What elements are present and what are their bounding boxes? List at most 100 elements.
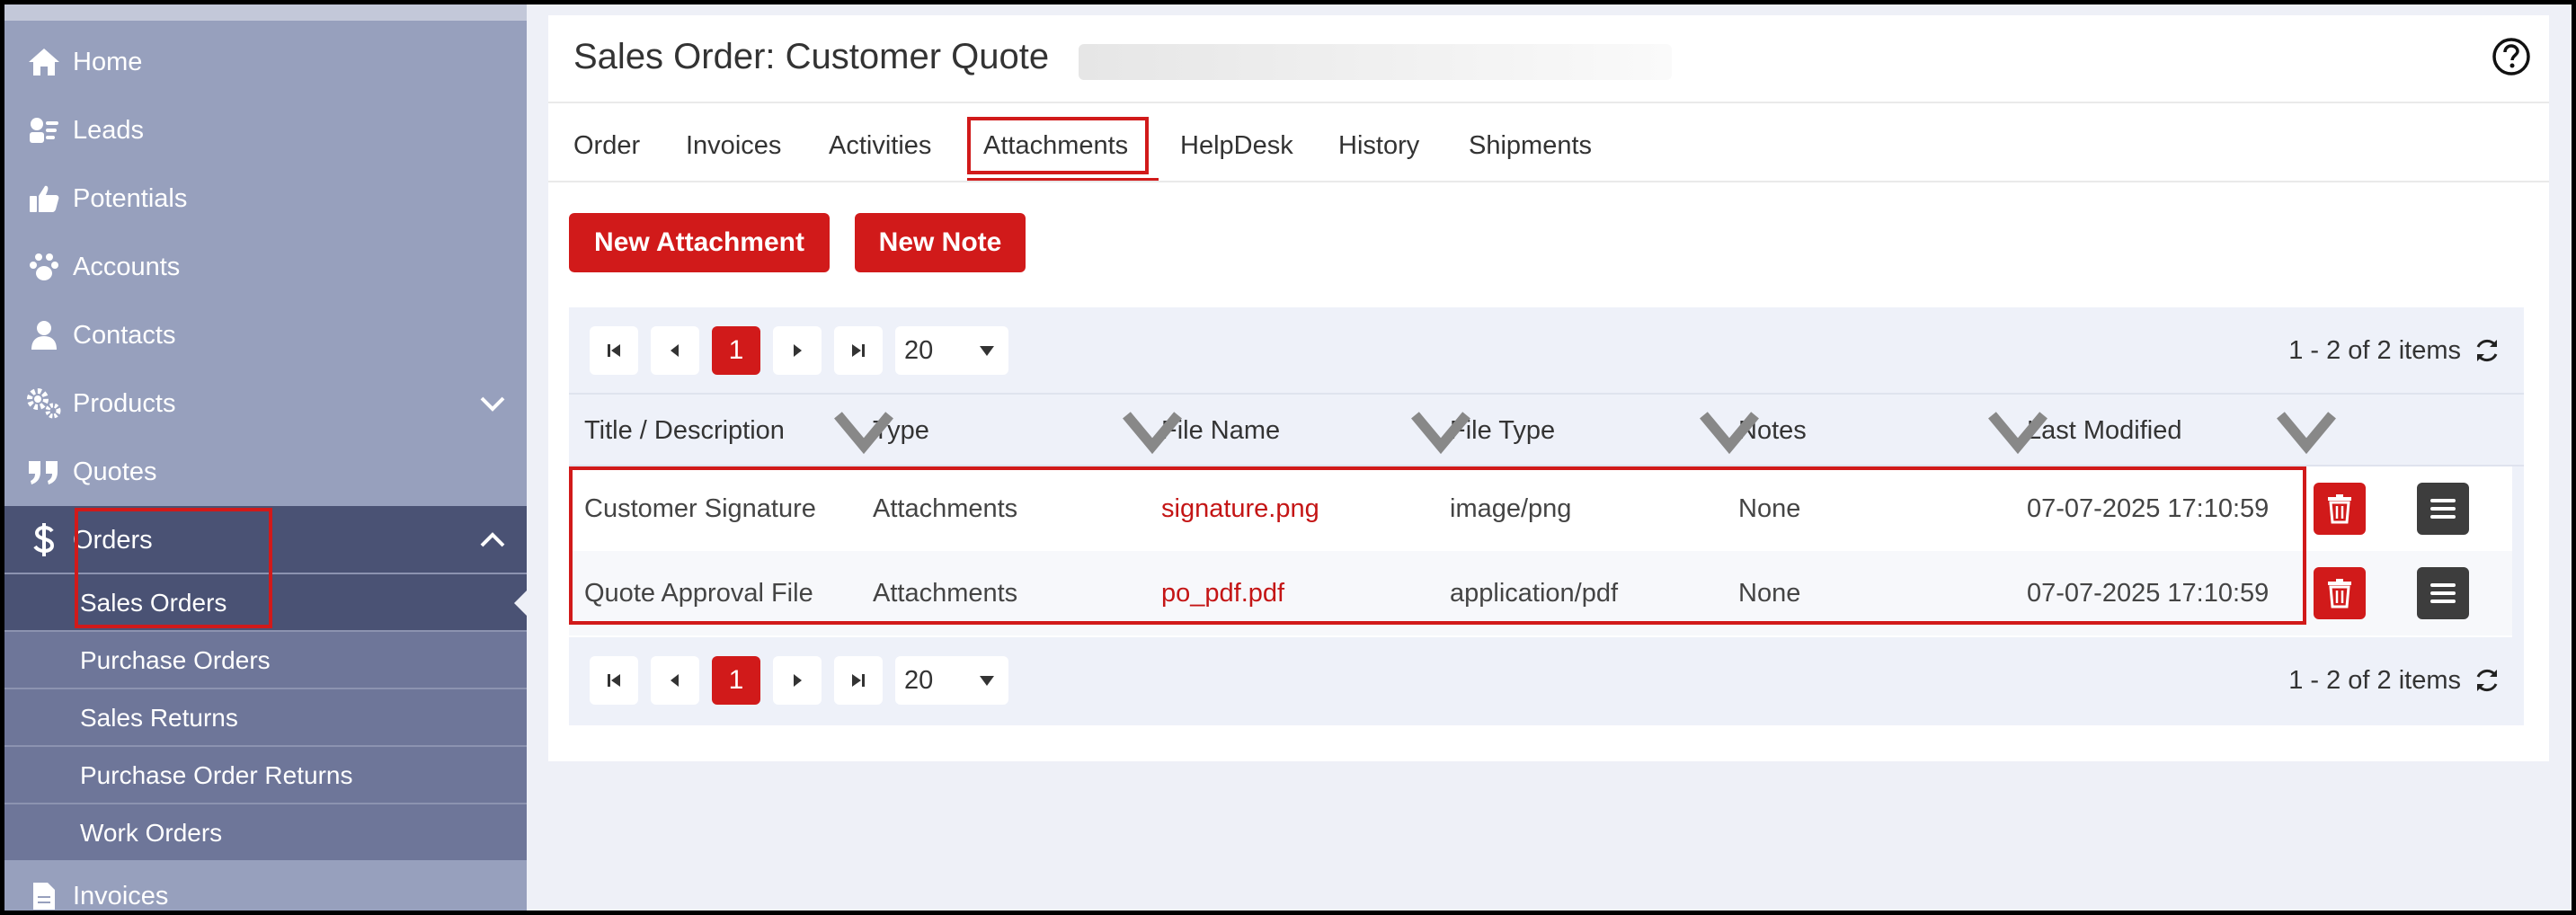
sidebar-item-leads[interactable]: Leads: [4, 96, 527, 164]
sort-chevron-icon[interactable]: [1693, 395, 1765, 466]
tab-order[interactable]: Order: [573, 110, 640, 182]
cell-title: Quote Approval File: [584, 579, 813, 608]
sidebar-item-home[interactable]: Home: [4, 28, 527, 96]
column-header-title[interactable]: Title / Description: [584, 395, 785, 466]
cell-file-type: image/png: [1450, 494, 1572, 523]
dropdown-arrow-icon: [980, 346, 994, 356]
thumbs-up-icon: [26, 182, 62, 215]
tab-bar: Order Invoices Activities Attachments He…: [548, 110, 2549, 182]
sidebar-subitem-work-orders[interactable]: Work Orders: [4, 803, 527, 860]
dropdown-arrow-icon: [980, 676, 994, 686]
prev-page-button[interactable]: [651, 326, 699, 375]
cell-file-name-link[interactable]: po_pdf.pdf: [1161, 551, 1284, 635]
redacted-title-area: [1079, 44, 1672, 80]
current-page-button[interactable]: 1: [712, 656, 760, 705]
tab-history[interactable]: History: [1338, 110, 1419, 182]
sidebar-subitem-label: Work Orders: [80, 819, 223, 847]
delete-button[interactable]: [2314, 567, 2366, 619]
first-page-icon: [608, 344, 620, 357]
tab-activities[interactable]: Activities: [829, 110, 931, 182]
last-page-icon: [852, 674, 865, 687]
main-panel: Sales Order: Customer Quote Order Invoic…: [548, 15, 2549, 761]
next-page-icon: [794, 674, 802, 687]
page-size-value: 20: [904, 666, 934, 695]
sort-chevron-icon[interactable]: [828, 395, 900, 466]
tab-attachments[interactable]: Attachments: [983, 110, 1128, 182]
grid-body: Customer Signature Attachments signature…: [569, 466, 2512, 637]
sidebar-item-label: Contacts: [73, 321, 176, 350]
sidebar-subitem-label: Purchase Order Returns: [80, 761, 353, 789]
next-page-button[interactable]: [773, 656, 822, 705]
next-page-icon: [794, 344, 802, 357]
sidebar-item-quotes[interactable]: Quotes: [4, 438, 527, 506]
tab-helpdesk[interactable]: HelpDesk: [1180, 110, 1293, 182]
sort-chevron-icon[interactable]: [1405, 395, 1477, 466]
cell-type: Attachments: [873, 579, 1018, 608]
help-icon[interactable]: [2492, 37, 2531, 76]
row-menu-button[interactable]: [2417, 483, 2469, 535]
sidebar-subitem-sales-orders[interactable]: Sales Orders: [4, 573, 527, 630]
tabs-divider: [548, 181, 2549, 182]
paw-icon: [26, 251, 62, 283]
cell-type: Attachments: [873, 494, 1018, 523]
home-icon: [26, 46, 62, 78]
first-page-icon: [608, 674, 620, 687]
sidebar-item-products[interactable]: Products: [4, 369, 527, 438]
hamburger-icon: [2430, 583, 2456, 603]
sidebar-item-invoices[interactable]: Invoices: [4, 862, 527, 911]
sort-chevron-icon[interactable]: [1982, 395, 2054, 466]
refresh-icon[interactable]: [2474, 667, 2500, 694]
leads-icon: [26, 114, 62, 147]
cell-last-modified: 07-07-2025 17:10:59: [2027, 494, 2270, 523]
row-menu-button[interactable]: [2417, 567, 2469, 619]
prev-page-icon: [671, 344, 679, 357]
header-divider: [548, 102, 2549, 103]
first-page-button[interactable]: [590, 326, 638, 375]
sidebar-item-contacts[interactable]: Contacts: [4, 301, 527, 369]
new-attachment-button[interactable]: New Attachment: [569, 213, 830, 272]
page-size-select[interactable]: 20: [895, 656, 1008, 705]
page-size-select[interactable]: 20: [895, 326, 1008, 375]
gears-icon: [26, 387, 62, 420]
sidebar-subitem-label: Sales Returns: [80, 704, 238, 732]
new-note-button[interactable]: New Note: [855, 213, 1026, 272]
grid-header: Title / Description Type File Name File …: [569, 393, 2524, 466]
sort-chevron-icon[interactable]: [1116, 395, 1188, 466]
last-page-button[interactable]: [834, 326, 883, 375]
sidebar-top-strip: [4, 4, 527, 21]
sidebar-subitem-sales-returns[interactable]: Sales Returns: [4, 688, 527, 745]
sort-chevron-icon[interactable]: [2270, 395, 2342, 466]
cell-file-name-link[interactable]: signature.png: [1161, 466, 1319, 551]
next-page-button[interactable]: [773, 326, 822, 375]
refresh-icon[interactable]: [2474, 337, 2500, 364]
tab-invoices[interactable]: Invoices: [686, 110, 781, 182]
sidebar-item-accounts[interactable]: Accounts: [4, 233, 527, 301]
sidebar-subitem-purchase-order-returns[interactable]: Purchase Order Returns: [4, 745, 527, 803]
delete-button[interactable]: [2314, 483, 2366, 535]
first-page-button[interactable]: [590, 656, 638, 705]
tab-shipments[interactable]: Shipments: [1469, 110, 1592, 182]
sidebar-item-label: Invoices: [73, 882, 169, 911]
cell-last-modified: 07-07-2025 17:10:59: [2027, 579, 2270, 608]
quote-icon: [26, 456, 62, 488]
cell-file-type: application/pdf: [1450, 579, 1619, 608]
sidebar-item-potentials[interactable]: Potentials: [4, 164, 527, 233]
pager-bottom: 1 20 1 - 2 of 2 items: [569, 637, 2524, 723]
prev-page-button[interactable]: [651, 656, 699, 705]
chevron-up-icon[interactable]: [476, 524, 509, 556]
last-page-button[interactable]: [834, 656, 883, 705]
chevron-down-icon[interactable]: [476, 387, 509, 420]
table-row[interactable]: Customer Signature Attachments signature…: [569, 466, 2512, 551]
sidebar-item-label: Products: [73, 389, 176, 418]
current-page-button[interactable]: 1: [712, 326, 760, 375]
column-header-label: Title / Description: [584, 416, 785, 445]
active-pointer-icon: [514, 591, 527, 616]
table-row[interactable]: Quote Approval File Attachments po_pdf.p…: [569, 551, 2512, 635]
app-window: Home Leads Potentials Accounts Contacts: [4, 4, 2572, 911]
sidebar-subitem-purchase-orders[interactable]: Purchase Orders: [4, 630, 527, 688]
document-icon: [26, 880, 62, 911]
sidebar-item-label: Potentials: [73, 184, 188, 213]
sidebar-item-label: Leads: [73, 116, 145, 145]
sidebar-subitem-label: Purchase Orders: [80, 646, 271, 674]
sidebar-item-orders[interactable]: Orders: [4, 506, 527, 574]
